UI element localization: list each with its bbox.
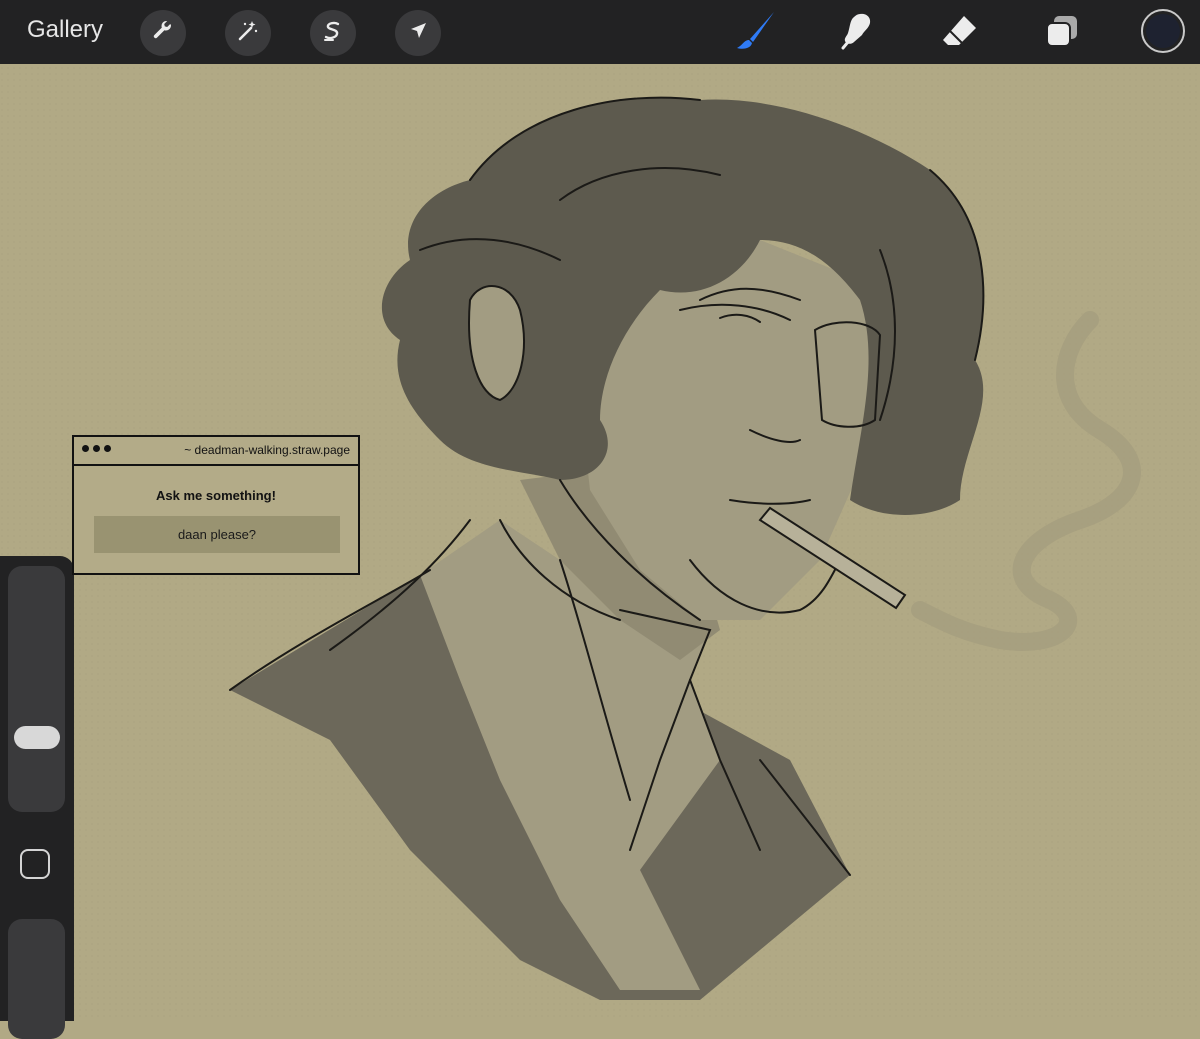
transform-arrow-icon [406,19,430,48]
widget-titlebar: ~ deadman-walking.straw.page [74,437,358,466]
color-picker-button[interactable] [1141,9,1185,53]
brush-icon [734,9,778,58]
selection-button[interactable] [310,10,356,56]
opacity-slider[interactable] [8,919,65,1039]
top-toolbar: Gallery [0,0,1200,64]
selection-icon [321,19,345,48]
wrench-icon [151,19,175,48]
eraser-icon [940,11,980,56]
actions-button[interactable] [140,10,186,56]
gallery-button[interactable]: Gallery [27,16,103,44]
layers-button[interactable] [1039,10,1085,56]
layers-icon [1042,11,1082,56]
ask-widget: ~ deadman-walking.straw.page Ask me some… [72,435,360,575]
brush-tool-button[interactable] [733,10,779,56]
modify-button[interactable] [20,849,50,879]
widget-url: ~ deadman-walking.straw.page [184,443,350,457]
transform-button[interactable] [395,10,441,56]
window-dots-icon [82,445,111,452]
current-color-swatch [1146,14,1180,48]
widget-title: Ask me something! [156,488,276,503]
adjustments-button[interactable] [225,10,271,56]
smudge-tool-button[interactable] [835,10,881,56]
magic-wand-icon [236,19,260,48]
smudge-icon [838,11,878,56]
brush-size-slider-thumb[interactable] [14,726,60,749]
brush-size-slider[interactable] [8,566,65,812]
question-field[interactable]: daan please? [94,516,340,553]
eraser-tool-button[interactable] [937,10,983,56]
